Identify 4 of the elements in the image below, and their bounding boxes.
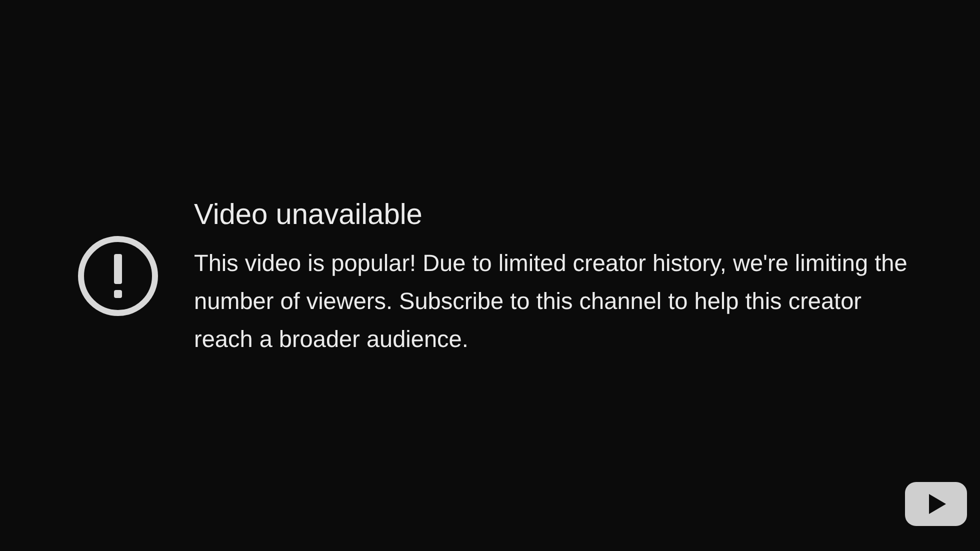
error-message: This video is popular! Due to limited creator history, we're limiting the number of viewers. Subscribe to this channel to help this creator reach a broader audience. xyxy=(194,248,908,354)
error-title: Video unavailable xyxy=(194,198,424,232)
play-logo-icon[interactable] xyxy=(905,482,967,526)
alert-icon xyxy=(76,234,160,318)
